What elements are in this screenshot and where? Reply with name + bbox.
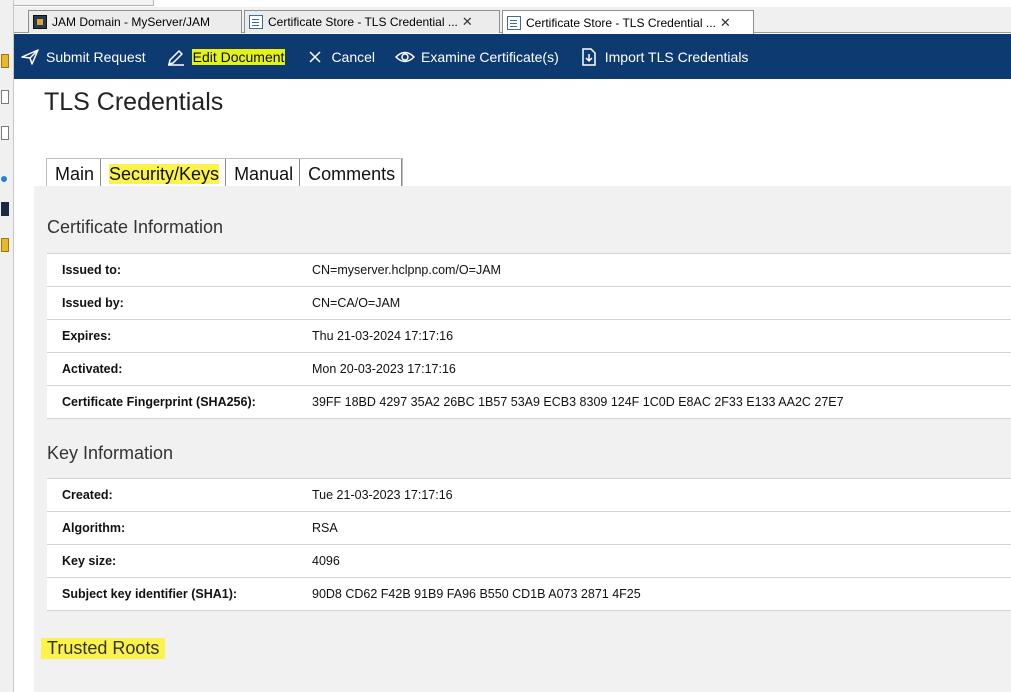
top-divider	[14, 0, 154, 6]
field-label: Certificate Fingerprint (SHA256):	[62, 395, 256, 409]
pencil-icon	[167, 49, 184, 66]
key-information-heading: Key Information	[47, 443, 174, 463]
table-row: Issued by: CN=CA/O=JAM	[47, 287, 1011, 320]
field-value: CN=myserver.hclpnp.com/O=JAM	[312, 263, 501, 277]
table-row: Algorithm: RSA	[47, 512, 1011, 545]
field-value: Tue 21-03-2023 17:17:16	[312, 488, 453, 502]
edit-document-button[interactable]: Edit Document	[166, 47, 286, 67]
field-value: 4096	[312, 554, 340, 568]
tab-certificate-store-2[interactable]: Certificate Store - TLS Credential ... ✕	[502, 10, 754, 34]
edit-document-label: Edit Document	[191, 48, 286, 65]
outer-toolbar-icon[interactable]	[1, 126, 9, 140]
examine-certificates-label: Examine Certificate(s)	[421, 48, 559, 65]
field-label: Issued by:	[62, 296, 124, 310]
tab-label: Certificate Store - TLS Credential ...	[526, 15, 716, 30]
form-content: Certificate Information Issued to: CN=my…	[34, 186, 1011, 692]
examine-certificates-button[interactable]: Examine Certificate(s)	[395, 47, 559, 67]
close-icon[interactable]: ✕	[462, 14, 473, 30]
field-value: 39FF 18BD 4297 35A2 26BC 1B57 53A9 ECB3 …	[312, 395, 844, 409]
table-row: Created: Tue 21-03-2023 17:17:16	[47, 479, 1011, 512]
table-row: Certificate Fingerprint (SHA256): 39FF 1…	[47, 386, 1011, 419]
document-icon	[249, 15, 263, 29]
field-value: CN=CA/O=JAM	[312, 296, 401, 310]
field-value: 90D8 CD62 F42B 91B9 FA96 B550 CD1B A073 …	[312, 587, 641, 601]
table-row: Issued to: CN=myserver.hclpnp.com/O=JAM	[47, 254, 1011, 287]
field-label: Expires:	[62, 329, 112, 343]
tab-security-keys[interactable]: Security/Keys	[101, 159, 227, 186]
action-bar: Submit Request Edit Document Cancel Exam…	[14, 34, 1011, 79]
field-label: Algorithm:	[62, 521, 126, 535]
tab-certificate-store-1[interactable]: Certificate Store - TLS Credential ... ✕	[244, 10, 500, 33]
window-tab-bar: JAM Domain - MyServer/JAM Certificate St…	[14, 7, 1011, 34]
tab-comments[interactable]: Comments	[300, 159, 403, 186]
document-icon	[507, 15, 521, 30]
table-row: Activated: Mon 20-03-2023 17:17:16	[47, 353, 1011, 386]
key-information-table: Created: Tue 21-03-2023 17:17:16 Algorit…	[47, 478, 1011, 611]
close-icon	[309, 50, 321, 63]
tab-label: Certificate Store - TLS Credential ...	[268, 15, 458, 29]
domain-icon	[33, 15, 47, 29]
import-tls-credentials-button[interactable]: Import TLS Credentials	[579, 47, 749, 67]
tab-manual[interactable]: Manual	[226, 159, 301, 186]
certificate-information-table: Issued to: CN=myserver.hclpnp.com/O=JAM …	[47, 253, 1011, 419]
field-value: Thu 21-03-2024 17:17:16	[312, 329, 454, 343]
outer-toolbar-icon[interactable]	[1, 54, 9, 68]
table-row: Expires: Thu 21-03-2024 17:17:16	[47, 320, 1011, 353]
table-row: Key size: 4096	[47, 545, 1011, 578]
import-file-icon	[581, 47, 596, 66]
tab-jam-domain[interactable]: JAM Domain - MyServer/JAM	[28, 10, 242, 33]
table-row: Subject key identifier (SHA1): 90D8 CD62…	[47, 578, 1011, 611]
field-label: Key size:	[62, 554, 117, 568]
cancel-label: Cancel	[331, 48, 376, 65]
outer-toolbar-strip	[0, 0, 14, 692]
form-tabs: Main Security/Keys Manual Comments	[46, 158, 404, 186]
import-tls-credentials-label: Import TLS Credentials	[604, 48, 749, 65]
tab-label: JAM Domain - MyServer/JAM	[52, 15, 211, 29]
outer-toolbar-icon[interactable]	[1, 176, 7, 182]
certificate-information-heading: Certificate Information	[47, 217, 224, 237]
field-label: Subject key identifier (SHA1):	[62, 587, 238, 601]
submit-request-button[interactable]: Submit Request	[20, 47, 146, 67]
field-label: Activated:	[62, 362, 123, 376]
cancel-button[interactable]: Cancel	[305, 47, 375, 67]
eye-icon	[395, 51, 416, 62]
outer-toolbar-icon[interactable]	[1, 238, 9, 252]
field-value: RSA	[312, 521, 338, 535]
tab-security-keys-label: Security/Keys	[109, 164, 220, 184]
outer-toolbar-icon[interactable]	[1, 90, 9, 104]
outer-toolbar-icon[interactable]	[1, 202, 9, 216]
field-value: Mon 20-03-2023 17:17:16	[312, 362, 456, 376]
page-title: TLS Credentials	[44, 88, 224, 116]
field-label: Issued to:	[62, 263, 122, 277]
trusted-roots-heading: Trusted Roots	[41, 638, 166, 659]
field-label: Created:	[62, 488, 113, 502]
close-icon[interactable]: ✕	[720, 15, 731, 31]
submit-request-label: Submit Request	[46, 48, 146, 65]
send-icon	[21, 48, 39, 65]
tab-main[interactable]: Main	[47, 159, 102, 186]
